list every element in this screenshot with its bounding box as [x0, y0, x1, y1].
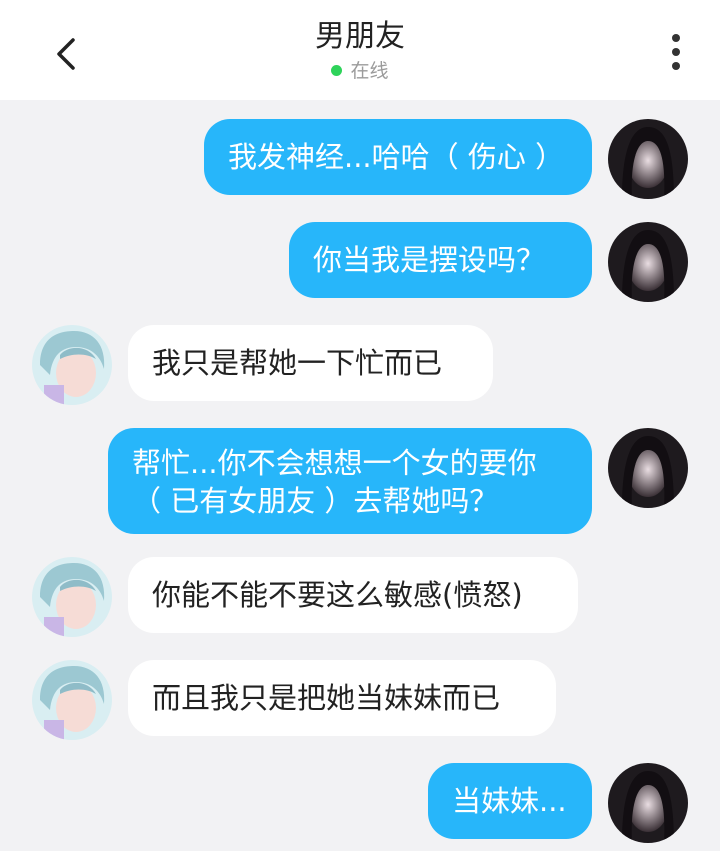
message-bubble-self[interactable]: 当妹妹... — [428, 763, 592, 839]
message-text: 你能不能不要这么敏感(愤怒) — [152, 578, 523, 612]
online-status: 在线 — [0, 59, 720, 83]
message-text: 当妹妹... — [452, 784, 567, 818]
contact-avatar[interactable] — [32, 660, 112, 740]
online-dot-icon — [331, 65, 343, 76]
message-text: 而且我只是把她当妹妹而已 — [152, 681, 501, 715]
self-avatar[interactable] — [608, 119, 688, 199]
self-avatar[interactable] — [608, 763, 688, 843]
message-text: 你当我是摆设吗？ — [313, 243, 546, 277]
message-bubble-contact[interactable]: 而且我只是把她当妹妹而已 — [128, 660, 556, 736]
message-text: 我只是帮她一下忙而已 — [152, 346, 443, 380]
message-bubble-contact[interactable]: 我只是帮她一下忙而已 — [128, 325, 493, 401]
more-button[interactable] — [664, 34, 688, 70]
self-avatar[interactable] — [608, 222, 688, 302]
message-text-line: 帮忙...你不会想想一个女的要你 — [132, 446, 537, 480]
more-vertical-icon — [672, 34, 680, 42]
message-bubble-contact[interactable]: 你能不能不要这么敏感(愤怒) — [128, 557, 578, 633]
message-text: 我发神经...哈哈（ 伤心 ） — [228, 140, 565, 174]
message-bubble-self[interactable]: 你当我是摆设吗？ — [289, 222, 592, 298]
online-status-text: 在线 — [350, 60, 389, 82]
contact-avatar[interactable] — [32, 325, 112, 405]
message-bubble-self[interactable]: 我发神经...哈哈（ 伤心 ） — [204, 119, 592, 195]
self-avatar[interactable] — [608, 428, 688, 508]
message-text-line: （ 已有女朋友 ）去帮她吗？ — [132, 484, 499, 518]
contact-name: 男朋友 — [315, 19, 405, 54]
chat-header: 男朋友 在线 — [0, 0, 720, 100]
message-bubble-self[interactable]: 帮忙...你不会想想一个女的要你 （ 已有女朋友 ）去帮她吗？ — [108, 428, 592, 534]
contact-avatar[interactable] — [32, 557, 112, 637]
